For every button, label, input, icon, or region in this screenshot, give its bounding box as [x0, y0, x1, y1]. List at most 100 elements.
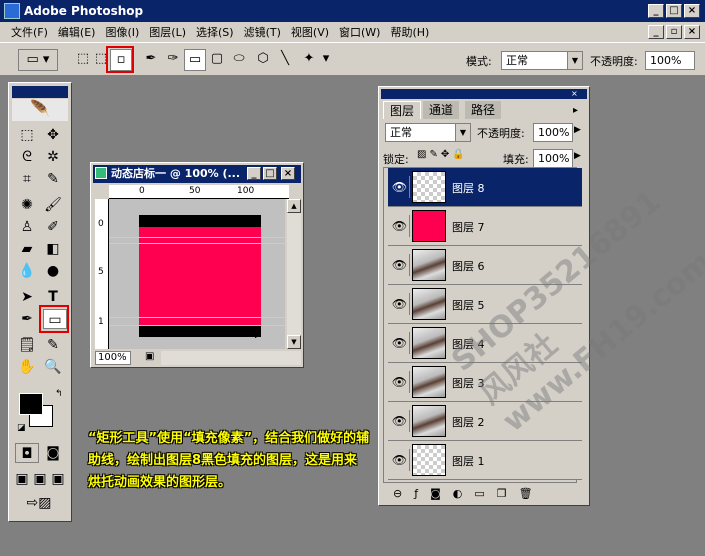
crop-tool-icon[interactable]: ⌗ — [15, 169, 39, 189]
layer-row[interactable]: 👁 图层 2 — [388, 402, 582, 441]
fill-slider-arrow-icon[interactable]: ▶ — [574, 151, 581, 161]
opacity-slider-arrow-icon[interactable]: ▶ — [574, 125, 581, 135]
standard-mode-icon[interactable]: ◘ — [15, 443, 39, 463]
full-screen-mode-icon[interactable]: ▣ — [49, 469, 67, 489]
menu-filter[interactable]: 滤镜(T) — [239, 24, 286, 40]
horizontal-scrollbar[interactable] — [161, 351, 301, 365]
maximize-button[interactable]: □ — [666, 4, 682, 18]
panel-menu-icon[interactable]: ▸ — [573, 105, 578, 116]
menu-window[interactable]: 窗口(W) — [334, 24, 385, 40]
lock-icons[interactable]: ▨✎✥🔒 — [417, 149, 468, 160]
doc-close-button[interactable]: × — [684, 25, 700, 39]
canvas-area[interactable]: + — [109, 199, 285, 349]
blur-tool-icon[interactable]: 💧 — [15, 261, 39, 281]
minimize-button[interactable]: _ — [648, 4, 664, 18]
quick-mask-mode-icon[interactable]: ◙ — [41, 443, 65, 463]
tab-paths[interactable]: 路径 — [465, 101, 502, 119]
status-menu-icon[interactable]: ▣ — [145, 351, 159, 365]
layer-row[interactable]: 👁 图层 3 — [388, 363, 582, 402]
clone-stamp-tool-icon[interactable]: ♙ — [15, 217, 39, 237]
eraser-tool-icon[interactable]: ▰ — [15, 239, 39, 259]
dodge-tool-icon[interactable]: ● — [41, 261, 65, 281]
eye-icon[interactable]: 👁 — [390, 449, 410, 471]
menu-image[interactable]: 图像(I) — [100, 24, 144, 40]
custom-shape-icon[interactable]: ✦ — [298, 49, 320, 71]
layer-row[interactable]: 👁 图层 1 — [388, 441, 582, 480]
doc-window-close-button[interactable]: × — [281, 167, 295, 180]
hand-tool-icon[interactable]: ✋ — [15, 357, 39, 377]
foreground-color-swatch[interactable] — [19, 393, 43, 415]
menu-layer[interactable]: 图层(L) — [144, 24, 191, 40]
swap-colors-icon[interactable]: ↰ — [55, 389, 63, 399]
menu-edit[interactable]: 编辑(E) — [53, 24, 101, 40]
menu-select[interactable]: 选择(S) — [191, 24, 239, 40]
eye-icon[interactable]: 👁 — [390, 332, 410, 354]
ellipse-icon[interactable]: ⬭ — [228, 49, 250, 71]
marquee-tool-icon[interactable]: ⬚ — [15, 125, 39, 145]
mode-select[interactable]: 正常 ▼ — [501, 51, 583, 70]
rounded-rectangle-icon[interactable]: ▢ — [206, 49, 228, 71]
standard-screen-mode-icon[interactable]: ▣ — [13, 469, 31, 489]
tab-channels[interactable]: 通道 — [423, 101, 460, 119]
scroll-up-icon[interactable]: ▲ — [287, 199, 301, 213]
pen-icon[interactable]: ✒ — [140, 49, 162, 71]
layer-row[interactable]: 👁 图层 8 — [388, 168, 582, 207]
tool-preset-picker[interactable]: ▭ ▾ — [18, 49, 58, 71]
menu-file[interactable]: 文件(F) — [6, 24, 53, 40]
brush-tool-icon[interactable]: 🖌 — [41, 195, 65, 215]
pen-tool-icon[interactable]: ✒ — [15, 309, 39, 329]
doc-window-minimize-button[interactable]: _ — [247, 167, 261, 180]
eye-icon[interactable]: 👁 — [390, 254, 410, 276]
full-screen-menu-mode-icon[interactable]: ▣ — [31, 469, 49, 489]
path-selection-tool-icon[interactable]: ➤ — [15, 287, 39, 307]
move-tool-icon[interactable]: ✥ — [41, 125, 65, 145]
healing-brush-tool-icon[interactable]: ✺ — [15, 195, 39, 215]
jump-to-imageready-icon[interactable]: ⇨▨ — [19, 493, 59, 513]
type-tool-icon[interactable]: T — [41, 287, 65, 307]
history-brush-tool-icon[interactable]: ✐ — [41, 217, 65, 237]
link-layers-icon[interactable]: ⊖ — [393, 487, 402, 503]
close-button[interactable]: × — [684, 4, 700, 18]
layer-row[interactable]: 👁 图层 5 — [388, 285, 582, 324]
document-window[interactable]: 动态店标一 @ 100% (... _ □ × 0 50 100 0 5 1 +… — [90, 162, 304, 368]
eye-icon[interactable]: 👁 — [390, 293, 410, 315]
toolbox-title-bar[interactable] — [12, 86, 68, 98]
freeform-pen-icon[interactable]: ✑ — [162, 49, 184, 71]
geometry-options-arrow-icon[interactable]: ▾ — [320, 49, 332, 71]
new-group-icon[interactable]: ▭ — [474, 487, 484, 503]
default-colors-icon[interactable]: ◪ — [17, 423, 26, 433]
eye-icon[interactable]: 👁 — [390, 371, 410, 393]
layer-opacity-input[interactable]: 100% — [533, 123, 573, 142]
canvas-layer7-red[interactable] — [139, 227, 261, 325]
layer-style-icon[interactable]: ƒ — [414, 487, 418, 503]
eye-icon[interactable]: 👁 — [390, 215, 410, 237]
line-icon[interactable]: ╲ — [274, 49, 296, 71]
blend-mode-select[interactable]: 正常 ▼ — [385, 123, 471, 142]
opacity-input[interactable]: 100% — [645, 51, 695, 70]
layer-row[interactable]: 👁 图层 7 — [388, 207, 582, 246]
add-mask-icon[interactable]: ◙ — [430, 487, 441, 503]
eyedropper-tool-icon[interactable]: ✎ — [41, 335, 65, 355]
doc-restore-button[interactable]: ▫ — [666, 25, 682, 39]
rectangle-shape-icon[interactable]: ▭ — [184, 49, 206, 71]
slice-tool-icon[interactable]: ✎ — [41, 169, 65, 189]
adjustment-layer-icon[interactable]: ◐ — [453, 487, 463, 503]
feather-logo-icon[interactable]: 🪶 — [12, 99, 68, 121]
vertical-scrollbar[interactable]: ▲ ▼ — [287, 199, 301, 349]
delete-layer-icon[interactable]: 🗑 — [519, 487, 533, 503]
scroll-down-icon[interactable]: ▼ — [287, 335, 301, 349]
eye-icon[interactable]: 👁 — [390, 410, 410, 432]
eye-icon[interactable]: 👁 — [390, 176, 410, 198]
doc-minimize-button[interactable]: _ — [648, 25, 664, 39]
magic-wand-tool-icon[interactable]: ✲ — [41, 147, 65, 167]
fill-input[interactable]: 100% — [533, 149, 573, 168]
layers-panel-title-bar[interactable] — [381, 89, 587, 99]
notes-tool-icon[interactable]: 🗒 — [15, 335, 39, 355]
new-layer-icon[interactable]: ❐ — [497, 487, 507, 503]
zoom-level[interactable]: 100% — [95, 351, 131, 365]
tab-layers[interactable]: 图层 — [383, 101, 422, 119]
gradient-tool-icon[interactable]: ◧ — [41, 239, 65, 259]
panel-close-icon[interactable]: × — [571, 89, 578, 98]
polygon-icon[interactable]: ⬡ — [252, 49, 274, 71]
zoom-tool-icon[interactable]: 🔍 — [41, 357, 65, 377]
